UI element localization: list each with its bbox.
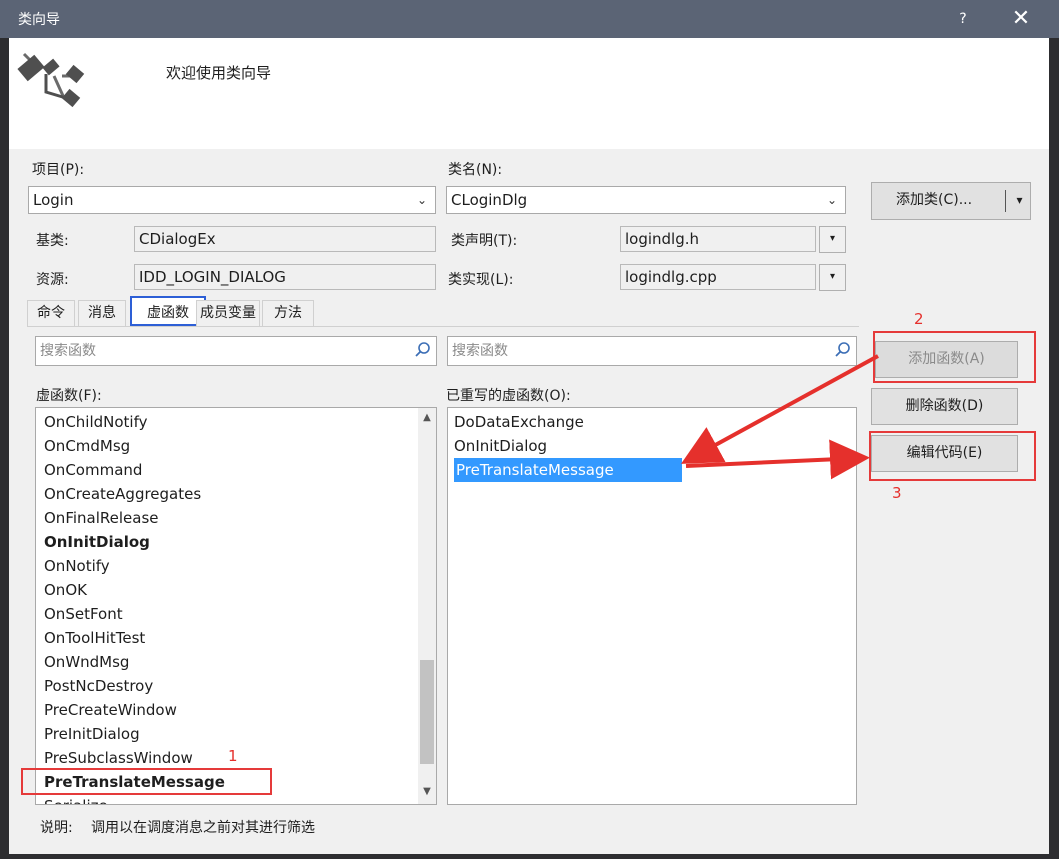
delete-function-button[interactable]: 删除函数(D)	[871, 388, 1018, 425]
list-item[interactable]: Serialize	[44, 794, 108, 804]
list-item[interactable]: PreInitDialog	[44, 722, 140, 746]
annotation-box-1	[21, 768, 272, 795]
add-class-dropdown-icon[interactable]: ▾	[1008, 182, 1031, 220]
add-class-label: 添加类(C)...	[896, 192, 973, 208]
left-search-placeholder: 搜索函数	[40, 343, 96, 359]
window-title: 类向导	[18, 12, 60, 28]
project-value: Login	[33, 191, 74, 209]
list-item[interactable]: OnCommand	[44, 458, 142, 482]
list-item[interactable]: OnInitDialog	[44, 530, 150, 554]
help-button[interactable]: ?	[950, 6, 976, 32]
wizard-header	[9, 38, 1049, 149]
resource-label: 资源:	[36, 272, 69, 288]
overridden-functions-list[interactable]: DoDataExchange OnInitDialog PreTranslateMe…	[447, 407, 857, 805]
tab-commands[interactable]: 命令	[27, 300, 75, 326]
right-search-input[interactable]: 搜索函数	[447, 336, 857, 366]
class-declaration-dropdown-icon[interactable]: ▾	[819, 226, 846, 253]
left-search-input[interactable]: 搜索函数	[35, 336, 437, 366]
list-item[interactable]: DoDataExchange	[454, 410, 584, 434]
class-declaration-field: logindlg.h	[620, 226, 816, 252]
search-icon	[835, 342, 850, 357]
resource-field: IDD_LOGIN_DIALOG	[134, 264, 436, 290]
chevron-down-icon: ⌄	[416, 193, 427, 207]
chevron-down-icon: ⌄	[826, 193, 837, 207]
list-item[interactable]: OnToolHitTest	[44, 626, 145, 650]
list-item[interactable]: PreSubclassWindow	[44, 746, 193, 770]
annotation-step-2: 2	[914, 310, 924, 328]
list-item[interactable]: OnOK	[44, 578, 87, 602]
list-item[interactable]: OnFinalRelease	[44, 506, 159, 530]
list-item[interactable]: PreTranslateMessage	[454, 458, 682, 482]
tab-messages[interactable]: 消息	[78, 300, 126, 326]
base-class-label: 基类:	[36, 233, 69, 249]
scroll-down-icon[interactable]: ▼	[420, 786, 434, 797]
list-item[interactable]: OnCreateAggregates	[44, 482, 201, 506]
list-item[interactable]: OnNotify	[44, 554, 110, 578]
class-name-label: 类名(N):	[448, 162, 503, 178]
class-implementation-label: 类实现(L):	[448, 272, 514, 288]
base-class-field: CDialogEx	[134, 226, 436, 252]
class-name-combo[interactable]: CLoginDlg ⌄	[446, 186, 846, 214]
class-name-value: CLoginDlg	[451, 191, 528, 209]
list-item[interactable]: OnWndMsg	[44, 650, 129, 674]
add-class-button[interactable]: 添加类(C)...	[871, 182, 1031, 220]
scrollbar-thumb[interactable]	[420, 660, 434, 764]
tab-member-variables[interactable]: 成员变量	[196, 300, 260, 326]
project-combo[interactable]: Login ⌄	[28, 186, 436, 214]
list-item[interactable]: PreCreateWindow	[44, 698, 177, 722]
annotation-step-3: 3	[892, 484, 902, 502]
description-label: 说明:	[40, 820, 73, 836]
overridden-functions-label: 已重写的虚函数(O):	[446, 388, 571, 404]
title-bar	[0, 0, 1059, 38]
class-implementation-dropdown-icon[interactable]: ▾	[819, 264, 846, 291]
search-icon	[415, 342, 430, 357]
project-label: 项目(P):	[32, 162, 85, 178]
annotation-step-1: 1	[228, 747, 238, 765]
annotation-box-3	[869, 431, 1036, 481]
split-divider	[1005, 190, 1006, 212]
class-declaration-label: 类声明(T):	[451, 233, 518, 249]
tab-virtual-functions[interactable]: 虚函数	[130, 296, 206, 326]
list-item[interactable]: OnCmdMsg	[44, 434, 130, 458]
class-implementation-field: logindlg.cpp	[620, 264, 816, 290]
virtual-functions-label: 虚函数(F):	[36, 388, 102, 404]
welcome-text: 欢迎使用类向导	[166, 64, 272, 82]
list-item[interactable]: OnSetFont	[44, 602, 123, 626]
right-search-placeholder: 搜索函数	[452, 343, 508, 359]
description-text: 调用以在调度消息之前对其进行筛选	[91, 820, 315, 836]
scroll-up-icon[interactable]: ▲	[420, 412, 434, 423]
annotation-box-2	[873, 331, 1036, 383]
class-wizard-icon	[17, 52, 85, 108]
virtual-functions-list[interactable]: OnChildNotify OnCmdMsg OnCommand OnCreateAg…	[35, 407, 437, 805]
list-item[interactable]: OnChildNotify	[44, 410, 148, 434]
list-item[interactable]: PostNcDestroy	[44, 674, 153, 698]
list-item[interactable]: OnInitDialog	[454, 434, 547, 458]
tab-methods[interactable]: 方法	[262, 300, 314, 326]
close-button[interactable]: ✕	[1004, 4, 1038, 34]
tab-strip-divider	[27, 326, 859, 327]
